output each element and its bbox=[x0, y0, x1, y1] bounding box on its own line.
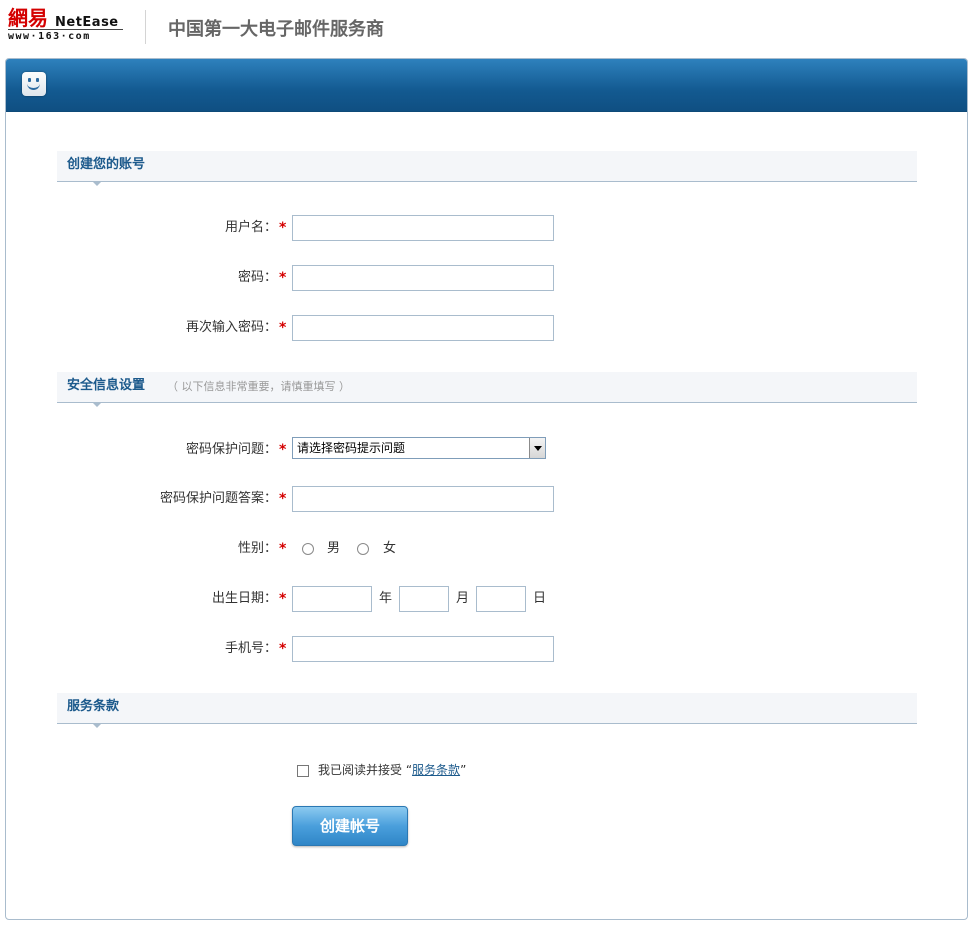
section-terms: 服务条款 bbox=[57, 693, 917, 728]
gender-male-label[interactable]: 男 bbox=[327, 541, 340, 557]
section-title: 创建您的账号 bbox=[67, 157, 146, 172]
birth-year-input[interactable] bbox=[292, 586, 372, 612]
section-arrow-icon bbox=[92, 181, 102, 186]
terms-link[interactable]: 服务条款 bbox=[412, 763, 460, 777]
slogan: 中国第一大电子邮件服务商 bbox=[168, 19, 384, 40]
confirm-password-input[interactable] bbox=[292, 315, 554, 341]
required-mark: * bbox=[279, 320, 287, 336]
required-mark: * bbox=[279, 442, 287, 458]
required-mark: * bbox=[279, 270, 287, 286]
birthday-label: 出生日期： bbox=[211, 591, 277, 606]
agree-terms-checkbox[interactable] bbox=[297, 765, 309, 777]
security-answer-row: 密码保护问题答案： * bbox=[6, 485, 967, 513]
username-input[interactable] bbox=[292, 215, 554, 241]
section-note: （ 以下信息非常重要，请慎重填写 ） bbox=[167, 380, 350, 393]
mobile-input[interactable] bbox=[292, 636, 554, 662]
smile-icon bbox=[22, 72, 46, 96]
mobile-label: 手机号： bbox=[224, 641, 277, 656]
registration-panel: 创建您的账号 用户名： * 密码： * 再次输入密码： * 安全信息设置 （ 以… bbox=[5, 58, 968, 920]
username-label: 用户名： bbox=[224, 220, 277, 235]
section-title: 服务条款 bbox=[67, 699, 120, 714]
required-mark: * bbox=[279, 220, 287, 236]
gender-male-radio[interactable] bbox=[302, 543, 314, 555]
logo-chinese: 網易 bbox=[8, 6, 48, 30]
year-unit: 年 bbox=[379, 591, 393, 606]
gender-label: 性别： bbox=[237, 541, 277, 556]
required-mark: * bbox=[279, 541, 287, 557]
top-bar: 網易 NetEase www·163·com 中国第一大电子邮件服务商 bbox=[0, 0, 973, 58]
logo-url: www·163·com bbox=[8, 31, 91, 42]
panel-header bbox=[6, 59, 967, 112]
day-unit: 日 bbox=[533, 591, 547, 606]
security-question-select[interactable]: 请选择密码提示问题 bbox=[292, 437, 546, 459]
logo-underline bbox=[8, 29, 123, 30]
required-mark: * bbox=[279, 641, 287, 657]
select-value: 请选择密码提示问题 bbox=[297, 441, 406, 455]
gender-female-radio[interactable] bbox=[357, 543, 369, 555]
month-unit: 月 bbox=[456, 591, 470, 606]
username-row: 用户名： * bbox=[6, 214, 967, 242]
password-label: 密码： bbox=[237, 270, 277, 285]
required-mark: * bbox=[279, 491, 287, 507]
mobile-row: 手机号： * bbox=[6, 635, 967, 663]
security-question-row: 密码保护问题： * 请选择密码提示问题 bbox=[6, 436, 967, 464]
gender-row: 性别： * 男 女 bbox=[6, 535, 967, 563]
required-mark: * bbox=[279, 591, 287, 607]
password-row: 密码： * bbox=[6, 264, 967, 292]
confirm-password-row: 再次输入密码： * bbox=[6, 314, 967, 342]
netease-logo[interactable]: 網易 NetEase www·163·com bbox=[8, 6, 123, 46]
birthday-row: 出生日期： * 年 月 日 bbox=[6, 585, 967, 613]
agree-terms-text: 我已阅读并接受 “服务条款” bbox=[318, 762, 466, 778]
chevron-down-icon[interactable] bbox=[529, 438, 545, 458]
section-create-account: 创建您的账号 bbox=[57, 151, 917, 186]
section-title: 安全信息设置 bbox=[67, 378, 146, 393]
confirm-password-label: 再次输入密码： bbox=[185, 320, 277, 335]
password-input[interactable] bbox=[292, 265, 554, 291]
logo-english: NetEase bbox=[55, 15, 119, 30]
gender-female-label[interactable]: 女 bbox=[383, 541, 396, 557]
security-answer-input[interactable] bbox=[292, 486, 554, 512]
header-divider bbox=[145, 10, 146, 44]
agree-close: ” bbox=[460, 763, 467, 777]
agree-text: 我已阅读并接受 “ bbox=[318, 763, 413, 777]
security-question-label: 密码保护问题： bbox=[185, 442, 277, 457]
section-arrow-icon bbox=[92, 723, 102, 728]
section-arrow-icon bbox=[92, 402, 102, 407]
security-answer-label: 密码保护问题答案： bbox=[159, 491, 277, 506]
birth-month-input[interactable] bbox=[399, 586, 449, 612]
create-account-button[interactable]: 创建帐号 bbox=[292, 806, 408, 846]
birth-day-input[interactable] bbox=[476, 586, 526, 612]
section-security-info: 安全信息设置 （ 以下信息非常重要，请慎重填写 ） bbox=[57, 372, 917, 407]
